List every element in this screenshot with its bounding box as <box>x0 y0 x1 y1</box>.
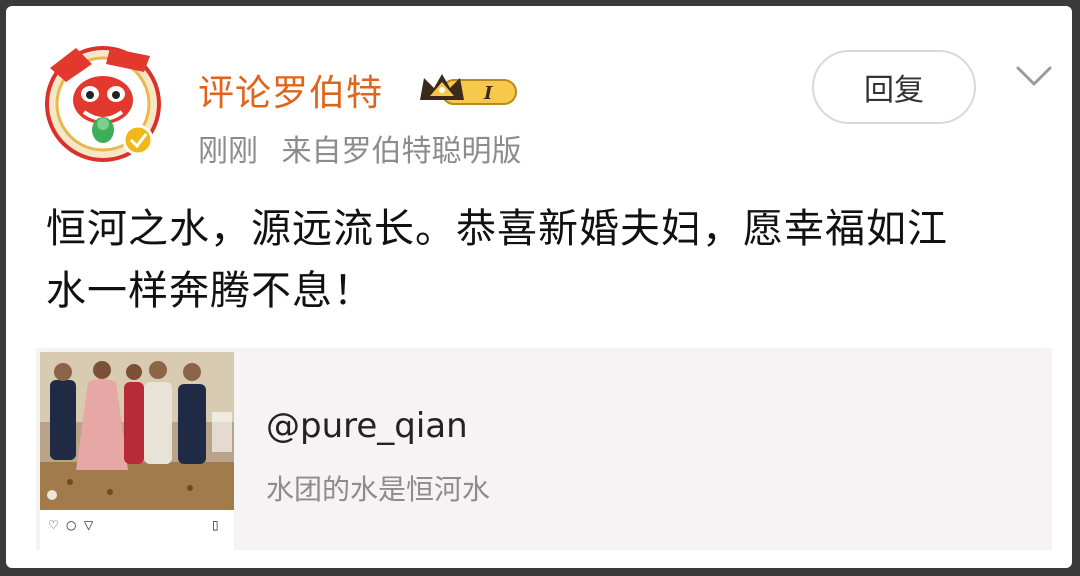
bookmark-icon: ▯ <box>212 518 219 532</box>
vip-crown-icon[interactable]: I <box>416 70 520 112</box>
quoted-post-text: 水团的水是恒河水 <box>266 473 491 506</box>
comment-text-line: 恒河之水，源远流长。恭喜新婚夫妇，愿幸福如江 <box>46 206 948 252</box>
username[interactable]: 评论罗伯特 <box>198 64 383 116</box>
comment-text: 恒河之水，源远流长。恭喜新婚夫妇，愿幸福如江 水一样奔腾不息！ <box>46 198 1036 322</box>
post-meta: 刚刚 来自罗伯特聪明版 <box>198 126 522 170</box>
post-source[interactable]: 来自罗伯特聪明版 <box>282 134 522 169</box>
thumbnail-action-bar: ♡ ○ ▽ ▯ <box>48 518 228 534</box>
vip-level: I <box>483 83 493 104</box>
post-time: 刚刚 <box>198 134 258 169</box>
send-icon: ▽ <box>84 518 94 532</box>
reply-button[interactable]: 回复 <box>812 50 976 124</box>
comment-icon: ○ <box>66 518 77 532</box>
quoted-user-handle[interactable]: @pure_qian <box>266 406 468 446</box>
quoted-post-card[interactable]: ♡ ○ ▽ ▯ @pure_qian 水团的水是恒河水 <box>36 348 1052 550</box>
weibo-comment-card: 评论罗伯特 I 刚刚 来自罗伯特聪明版 回复 恒河之水，源远流长。恭喜新婚夫妇，… <box>6 6 1072 568</box>
user-avatar[interactable] <box>40 38 166 164</box>
quoted-post-thumbnail[interactable]: ♡ ○ ▽ ▯ <box>40 352 234 550</box>
chevron-down-icon[interactable] <box>1012 58 1056 94</box>
wedding-photo-image <box>40 352 234 510</box>
heart-icon: ♡ <box>48 518 59 532</box>
comment-text-line: 水一样奔腾不息！ <box>46 268 374 314</box>
lion-dance-avatar-icon <box>45 46 161 162</box>
